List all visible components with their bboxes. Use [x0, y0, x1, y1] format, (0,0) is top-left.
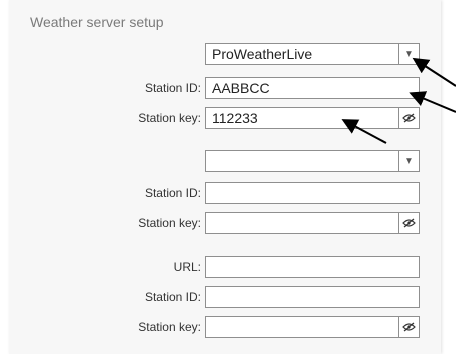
arrow-icon [341, 119, 387, 144]
arrow-icon [412, 57, 456, 87]
annotation-arrows [341, 57, 456, 144]
arrow-icon [409, 91, 456, 113]
